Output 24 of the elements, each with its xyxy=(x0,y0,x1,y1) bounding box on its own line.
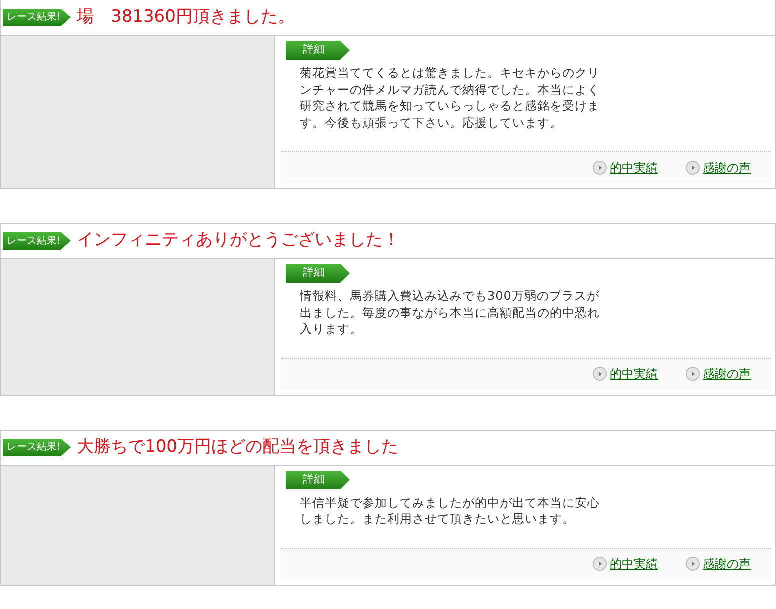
footer-link[interactable]: 的中実績 xyxy=(593,555,658,573)
play-circle-icon xyxy=(593,557,607,571)
race-result-badge: レース結果! xyxy=(3,232,72,250)
footer-link[interactable]: 感謝の声 xyxy=(686,158,751,176)
race-result-badge: レース結果! xyxy=(3,438,72,456)
footer-link[interactable]: 感謝の声 xyxy=(686,365,751,383)
footer-link[interactable]: 的中実績 xyxy=(593,158,658,176)
play-circle-icon xyxy=(686,160,700,174)
entry-title: 大勝ちで100万円ほどの配当を頂きました xyxy=(77,436,398,459)
play-circle-icon xyxy=(593,160,607,174)
detail-badge: 詳細 xyxy=(286,470,350,490)
footer-link[interactable]: 的中実績 xyxy=(593,365,658,383)
comment-text: 情報料、馬券購入費込み込みでも300万弱のプラスが出ました。毎度の事ながら本当に高額配当の的中恐れ入ります。 xyxy=(300,288,601,338)
play-circle-icon xyxy=(686,557,700,571)
entry-title: インフィニティありがとうございました！ xyxy=(77,229,400,252)
footer-link[interactable]: 感謝の声 xyxy=(686,555,751,573)
detail-badge: 詳細 xyxy=(286,264,350,283)
entry-title: 場 381360円頂きました。 xyxy=(77,6,295,29)
play-circle-icon xyxy=(593,367,607,381)
comment-text: 菊花賞当ててくるとは驚きました。キセキからのクリンチャーの件メルマガ読んで納得でした。本当によく研究されて競馬を知っていらっしゃると感銘を受けます。今後も頑張って下さい。応援しています。 xyxy=(300,65,601,131)
detail-badge: 詳細 xyxy=(286,41,350,60)
play-circle-icon xyxy=(686,367,700,381)
race-result-badge: レース結果! xyxy=(3,8,72,26)
comment-text: 半信半疑で参加してみましたが的中が出て本当に安心しました。また利用させて頂きたいと思います。 xyxy=(300,494,601,528)
